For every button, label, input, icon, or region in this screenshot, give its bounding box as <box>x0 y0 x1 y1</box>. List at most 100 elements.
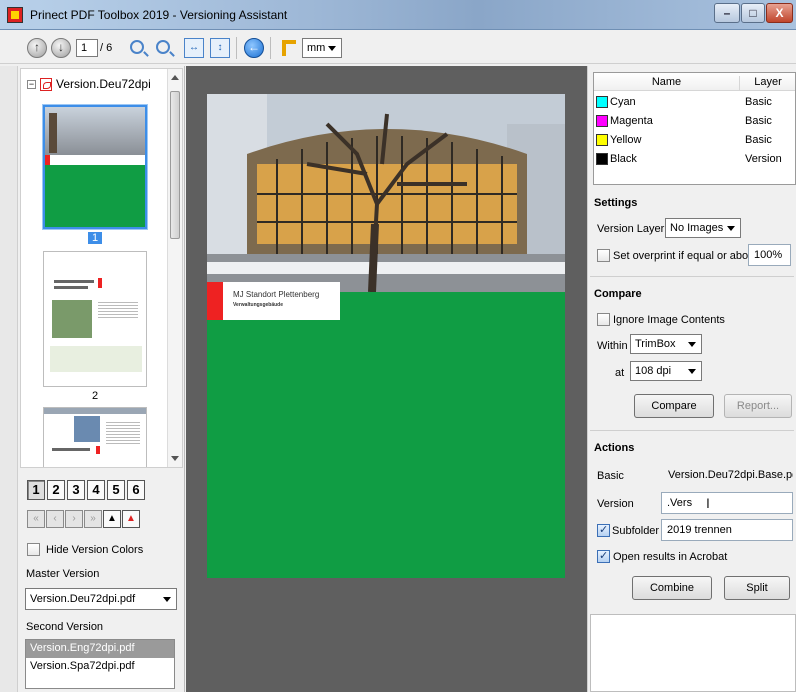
triangle-up-icon[interactable]: ▲ <box>103 510 121 528</box>
combine-button[interactable]: Combine <box>632 576 712 600</box>
caption-subtitle: Verwaltungsgebäude <box>233 302 284 308</box>
row-layer: Basic <box>745 134 772 146</box>
output-log <box>590 614 796 692</box>
page-view: MJ Standort Plettenberg Verwaltungsgebäu… <box>186 66 587 692</box>
page-thumbnail-2[interactable] <box>43 251 147 387</box>
zoom-in-icon[interactable] <box>130 40 144 54</box>
master-version-label: Master Version <box>26 568 100 580</box>
split-button[interactable]: Split <box>724 576 790 600</box>
hide-version-colors-checkbox[interactable] <box>27 543 40 556</box>
version-label: Version <box>597 498 634 510</box>
page-button-1[interactable]: 1 <box>27 480 45 500</box>
dpi-select[interactable]: 108 dpi <box>630 361 702 381</box>
table-header: Name Layer <box>594 73 795 91</box>
at-label: at <box>615 367 625 379</box>
red-accent-bar <box>207 282 223 320</box>
subfolder-checkbox[interactable] <box>597 523 610 537</box>
chevron-down-icon <box>688 342 696 347</box>
page-button-2[interactable]: 2 <box>47 480 65 500</box>
tree-root-label: Version.Deu72dpi <box>56 77 151 91</box>
table-row[interactable]: Cyan Basic <box>594 93 795 111</box>
second-version-list: Version.Eng72dpi.pdf Version.Spa72dpi.pd… <box>25 639 175 689</box>
row-layer: Basic <box>745 96 772 108</box>
scroll-down-icon[interactable] <box>171 456 179 461</box>
maximize-button[interactable]: □ <box>741 3 765 23</box>
basic-label: Basic <box>597 470 624 482</box>
actions-heading: Actions <box>594 442 635 454</box>
page-button-5[interactable]: 5 <box>107 480 125 500</box>
master-version-select[interactable]: Version.Deu72dpi.pdf <box>25 588 177 610</box>
layer-table: Name Layer Cyan Basic Magenta Basic Yell… <box>593 72 796 185</box>
page-number-1: 1 <box>88 232 102 244</box>
chevron-down-icon <box>688 369 696 374</box>
basic-output-name: Version.Deu72dpi.Base.pdf <box>668 469 794 481</box>
title-bar: Prinect PDF Toolbox 2019 - Versioning As… <box>0 0 796 30</box>
version-suffix-input[interactable]: .Vers I <box>661 492 793 514</box>
report-button[interactable]: Report... <box>724 394 792 418</box>
list-item[interactable]: Version.Eng72dpi.pdf <box>26 640 174 658</box>
scroll-up-icon[interactable] <box>171 75 179 80</box>
page-up-icon[interactable]: ↑ <box>27 38 47 58</box>
text-cursor-icon: I <box>706 495 710 511</box>
fit-height-icon[interactable]: ↕ <box>210 38 230 58</box>
current-page-input[interactable]: 1 <box>76 39 98 57</box>
minimize-button[interactable]: – <box>714 3 740 23</box>
page-thumbnail-1[interactable] <box>43 105 147 229</box>
table-row[interactable]: Yellow Basic <box>594 131 795 149</box>
green-area <box>207 292 565 578</box>
table-row[interactable]: Black Version <box>594 150 795 168</box>
hide-version-colors-label: Hide Version Colors <box>46 544 144 556</box>
page-buttons: 123456 <box>27 480 147 500</box>
collapse-icon[interactable]: − <box>27 80 36 90</box>
nav-buttons: «‹ ›» ▲ ▲ <box>27 510 141 528</box>
caption-title: MJ Standort Plettenberg <box>233 290 320 299</box>
column-name-header[interactable]: Name <box>594 76 740 90</box>
overprint-checkbox[interactable] <box>597 249 610 262</box>
page-thumbnail-3[interactable] <box>43 407 147 467</box>
second-version-label: Second Version <box>26 621 104 633</box>
thumbnail-scrollbar[interactable] <box>167 69 182 467</box>
page-button-3[interactable]: 3 <box>67 480 85 500</box>
within-label: Within <box>597 340 628 352</box>
page-down-icon[interactable]: ↓ <box>51 38 71 58</box>
scroll-thumb[interactable] <box>170 91 180 239</box>
first-icon[interactable]: « <box>27 510 45 528</box>
subfolder-input[interactable]: 2019 trennen <box>661 519 793 541</box>
next-icon[interactable]: › <box>65 510 83 528</box>
tree-root[interactable]: − Version.Deu72dpi <box>27 77 151 92</box>
last-icon[interactable]: » <box>84 510 102 528</box>
overprint-input[interactable]: 100% <box>748 244 791 266</box>
fit-width-icon[interactable]: ↔ <box>184 38 204 58</box>
left-strip <box>0 66 18 692</box>
left-panel: − Version.Deu72dpi 1 2 1 2 3 4 5 6 « ‹ ›… <box>18 66 185 692</box>
compare-button[interactable]: Compare <box>634 394 714 418</box>
open-results-label: Open results in Acrobat <box>613 551 728 563</box>
row-name: Magenta <box>610 115 653 127</box>
thumbnail-tree: − Version.Deu72dpi 1 2 <box>20 68 183 468</box>
version-layer-select[interactable]: No Images <box>665 218 741 238</box>
ruler-icon[interactable] <box>282 40 296 56</box>
close-button[interactable]: X <box>766 3 793 23</box>
list-item[interactable]: Version.Spa72dpi.pdf <box>26 658 174 676</box>
pdf-icon <box>40 78 52 92</box>
subfolder-label: Subfolder <box>612 525 660 537</box>
cyan-swatch <box>596 96 608 108</box>
within-select[interactable]: TrimBox <box>630 334 702 354</box>
open-results-checkbox[interactable] <box>597 549 610 563</box>
magenta-swatch <box>596 115 608 127</box>
settings-heading: Settings <box>594 197 638 209</box>
back-icon[interactable]: ← <box>244 38 264 58</box>
prev-icon[interactable]: ‹ <box>46 510 64 528</box>
column-layer-header[interactable]: Layer <box>740 76 796 88</box>
zoom-out-icon[interactable] <box>156 40 170 54</box>
black-swatch <box>596 153 608 165</box>
version-layer-label: Version Layer <box>597 223 665 235</box>
unit-select[interactable]: mm <box>302 38 342 58</box>
ignore-images-label: Ignore Image Contents <box>613 314 725 326</box>
page-button-4[interactable]: 4 <box>87 480 105 500</box>
right-panel: Name Layer Cyan Basic Magenta Basic Yell… <box>587 66 796 692</box>
table-row[interactable]: Magenta Basic <box>594 112 795 130</box>
ignore-images-checkbox[interactable] <box>597 313 610 326</box>
triangle-up-red-icon[interactable]: ▲ <box>122 510 140 528</box>
page-button-6[interactable]: 6 <box>127 480 145 500</box>
